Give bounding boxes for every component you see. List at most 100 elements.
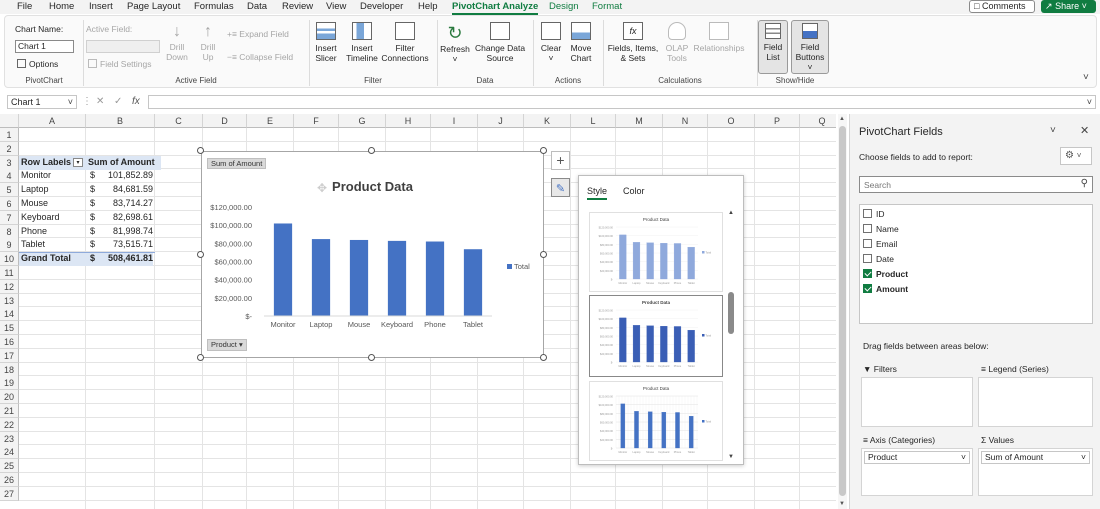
column-header[interactable]: C [155,114,203,128]
column-header[interactable]: A [19,114,86,128]
tab-help[interactable]: Help [418,0,438,14]
active-field-input[interactable] [86,40,160,53]
currency-cell[interactable]: $ [86,238,98,252]
scroll-up-icon[interactable]: ▲ [728,210,734,216]
move-chart-button[interactable]: Move Chart [567,22,595,63]
row-header[interactable]: 1 [0,128,19,142]
resize-handle[interactable] [197,251,204,258]
column-header[interactable]: D [203,114,247,128]
change-data-source-button[interactable]: Change Data Source [471,22,529,63]
legend-drop-area[interactable] [978,377,1093,427]
chart-name-input[interactable]: Chart 1 [15,40,74,53]
gallery-scroll-thumb[interactable] [728,292,734,334]
clear-button[interactable]: Clear ˅ [537,22,565,63]
column-header[interactable]: K [524,114,571,128]
row-header[interactable]: 10 [0,252,19,267]
values-item-sum-of-amount[interactable]: Sum of Amount ˅ [981,451,1090,464]
row-header[interactable]: 18 [0,362,19,377]
grand-total-value[interactable]: 508,461.81 [98,252,153,267]
row-label-cell[interactable]: Phone [19,225,86,239]
field-checkbox-name[interactable] [863,224,872,233]
row-header[interactable]: 14 [0,307,19,322]
row-header[interactable]: 7 [0,210,19,225]
amount-cell[interactable]: 84,681.59 [98,183,153,197]
column-header[interactable]: L [571,114,616,128]
more-options-icon[interactable]: ⋮ [82,95,92,109]
values-drop-area[interactable]: Sum of Amount ˅ [978,448,1093,496]
axis-field-button[interactable]: Product ▾ [207,339,247,351]
bar-mouse[interactable] [349,239,369,316]
legend-swatch[interactable] [507,264,512,269]
currency-cell[interactable]: $ [86,211,98,225]
resize-handle[interactable] [540,147,547,154]
filters-drop-area[interactable] [861,377,973,427]
tab-file[interactable]: File [17,0,32,14]
insert-function-icon[interactable]: fx [132,95,140,109]
tab-review[interactable]: Review [282,0,313,14]
amount-cell[interactable]: 73,515.71 [98,238,153,252]
tab-developer[interactable]: Developer [360,0,403,14]
currency-cell[interactable]: $ [86,197,98,211]
vertical-scrollbar[interactable]: ▲ ▼ [838,114,847,509]
chart-styles-button[interactable]: ✎ [551,178,570,197]
expand-field-button[interactable]: +≡ Expand Field [227,29,289,39]
field-checkbox-date[interactable] [863,254,872,263]
axis-drop-area[interactable]: Product ˅ [861,448,973,496]
drill-up-button[interactable]: ↑ Drill Up [194,22,222,62]
tab-pivotchart-analyze[interactable]: PivotChart Analyze [452,0,539,15]
row-header[interactable]: 26 [0,473,19,487]
resize-handle[interactable] [540,251,547,258]
grand-total-currency[interactable]: $ [86,252,98,267]
tab-format[interactable]: Format [592,0,622,14]
row-header[interactable]: 16 [0,335,19,349]
bar-keyboard[interactable] [387,240,407,316]
resize-handle[interactable] [197,354,204,361]
resize-handle[interactable] [540,354,547,361]
scrollbar-thumb[interactable] [839,126,846,496]
olap-tools-button[interactable]: OLAP Tools [661,22,693,63]
field-checkbox-product[interactable] [863,269,872,278]
row-label-cell[interactable]: Mouse [19,197,86,211]
column-header[interactable]: J [478,114,524,128]
formula-input[interactable]: ˅ [148,95,1096,109]
scroll-up-icon[interactable]: ▲ [839,116,845,122]
insert-slicer-button[interactable]: Insert Slicer [311,22,341,63]
bar-laptop[interactable] [311,239,331,316]
row-header[interactable]: 22 [0,417,19,432]
resize-handle[interactable] [368,354,375,361]
chevron-down-icon[interactable]: ˅ [68,96,73,108]
amount-cell[interactable]: 82,698.61 [98,211,153,225]
row-label-cell[interactable]: Monitor [19,169,86,183]
amount-cell[interactable]: 81,998.74 [98,225,153,239]
currency-cell[interactable]: $ [86,169,98,183]
row-label-cell[interactable]: Tablet [19,238,86,252]
filter-connections-button[interactable]: Filter Connections [380,22,430,63]
row-header[interactable]: 13 [0,293,19,308]
sum-of-amount-header[interactable]: Sum of Amount [86,155,161,170]
row-header[interactable]: 19 [0,376,19,391]
row-header[interactable]: 15 [0,321,19,336]
cancel-icon[interactable]: ✕ [96,95,104,109]
chevron-down-icon[interactable]: ˅ [1087,96,1092,108]
tab-view[interactable]: View [326,0,346,14]
amount-cell[interactable]: 101,852.89 [98,169,153,183]
column-header[interactable]: H [386,114,431,128]
options-button[interactable]: Options [17,59,58,69]
column-header[interactable]: B [86,114,155,128]
comments-button[interactable]: □ Comments [969,0,1035,13]
currency-cell[interactable]: $ [86,225,98,239]
field-buttons-button[interactable]: Field Buttons ˅ [791,20,829,74]
row-label-cell[interactable]: Keyboard [19,211,86,225]
row-header[interactable]: 6 [0,197,19,211]
tab-home[interactable]: Home [49,0,74,14]
row-header[interactable]: 4 [0,169,19,184]
collapse-field-button[interactable]: −≡ Collapse Field [227,52,293,62]
row-header[interactable]: 21 [0,404,19,418]
column-header[interactable]: Q [800,114,836,128]
enter-icon[interactable]: ✓ [114,95,122,109]
column-header[interactable]: P [755,114,800,128]
tab-page-layout[interactable]: Page Layout [127,0,180,14]
field-settings-button[interactable]: Field Settings [88,59,152,69]
style-thumbnail-1[interactable]: Product Data $- $20,000.00 $40,000.00 $60,00… [589,212,723,292]
close-icon[interactable]: ✕ [1080,124,1089,137]
